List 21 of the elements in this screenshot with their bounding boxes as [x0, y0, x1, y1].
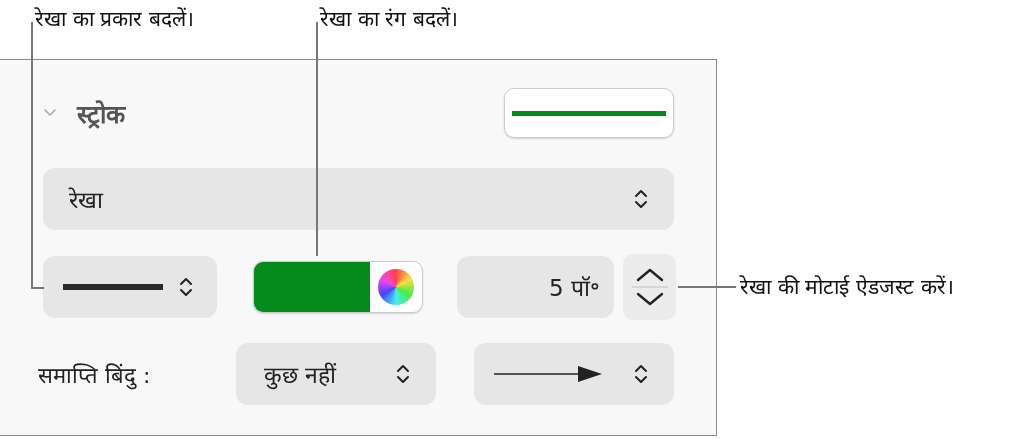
updown-chevron-icon — [634, 363, 648, 385]
end-endpoint-popup[interactable] — [474, 343, 674, 405]
callout-text: रेखा का प्रकार बदलें। — [35, 6, 195, 33]
line-style-popup[interactable] — [43, 256, 217, 318]
arrow-icon — [494, 365, 604, 383]
endpoints-label: समाप्ति बिंदु : — [38, 362, 152, 389]
width-field[interactable]: 5 पॉ॰ — [457, 256, 614, 318]
callout-text: रेखा का रंग बदलें। — [320, 6, 459, 33]
start-endpoint-popup[interactable]: कुछ नहीं — [236, 343, 436, 405]
callout-text: रेखा की मोटाई ऐडजस्ट करें। — [740, 274, 954, 301]
color-well[interactable] — [253, 261, 423, 313]
stepper[interactable] — [623, 254, 676, 320]
color-wheel-icon[interactable] — [378, 269, 414, 305]
line-type-popup[interactable]: रेखा — [43, 168, 674, 230]
section-header[interactable]: स्ट्रोक — [43, 96, 125, 130]
leader-line — [678, 286, 736, 288]
stroke-style-button[interactable] — [504, 88, 674, 138]
chevron-icon — [43, 107, 57, 119]
updown-chevron-icon — [179, 276, 193, 298]
updown-chevron-icon — [634, 188, 648, 210]
updown-chevron-icon — [396, 363, 410, 385]
